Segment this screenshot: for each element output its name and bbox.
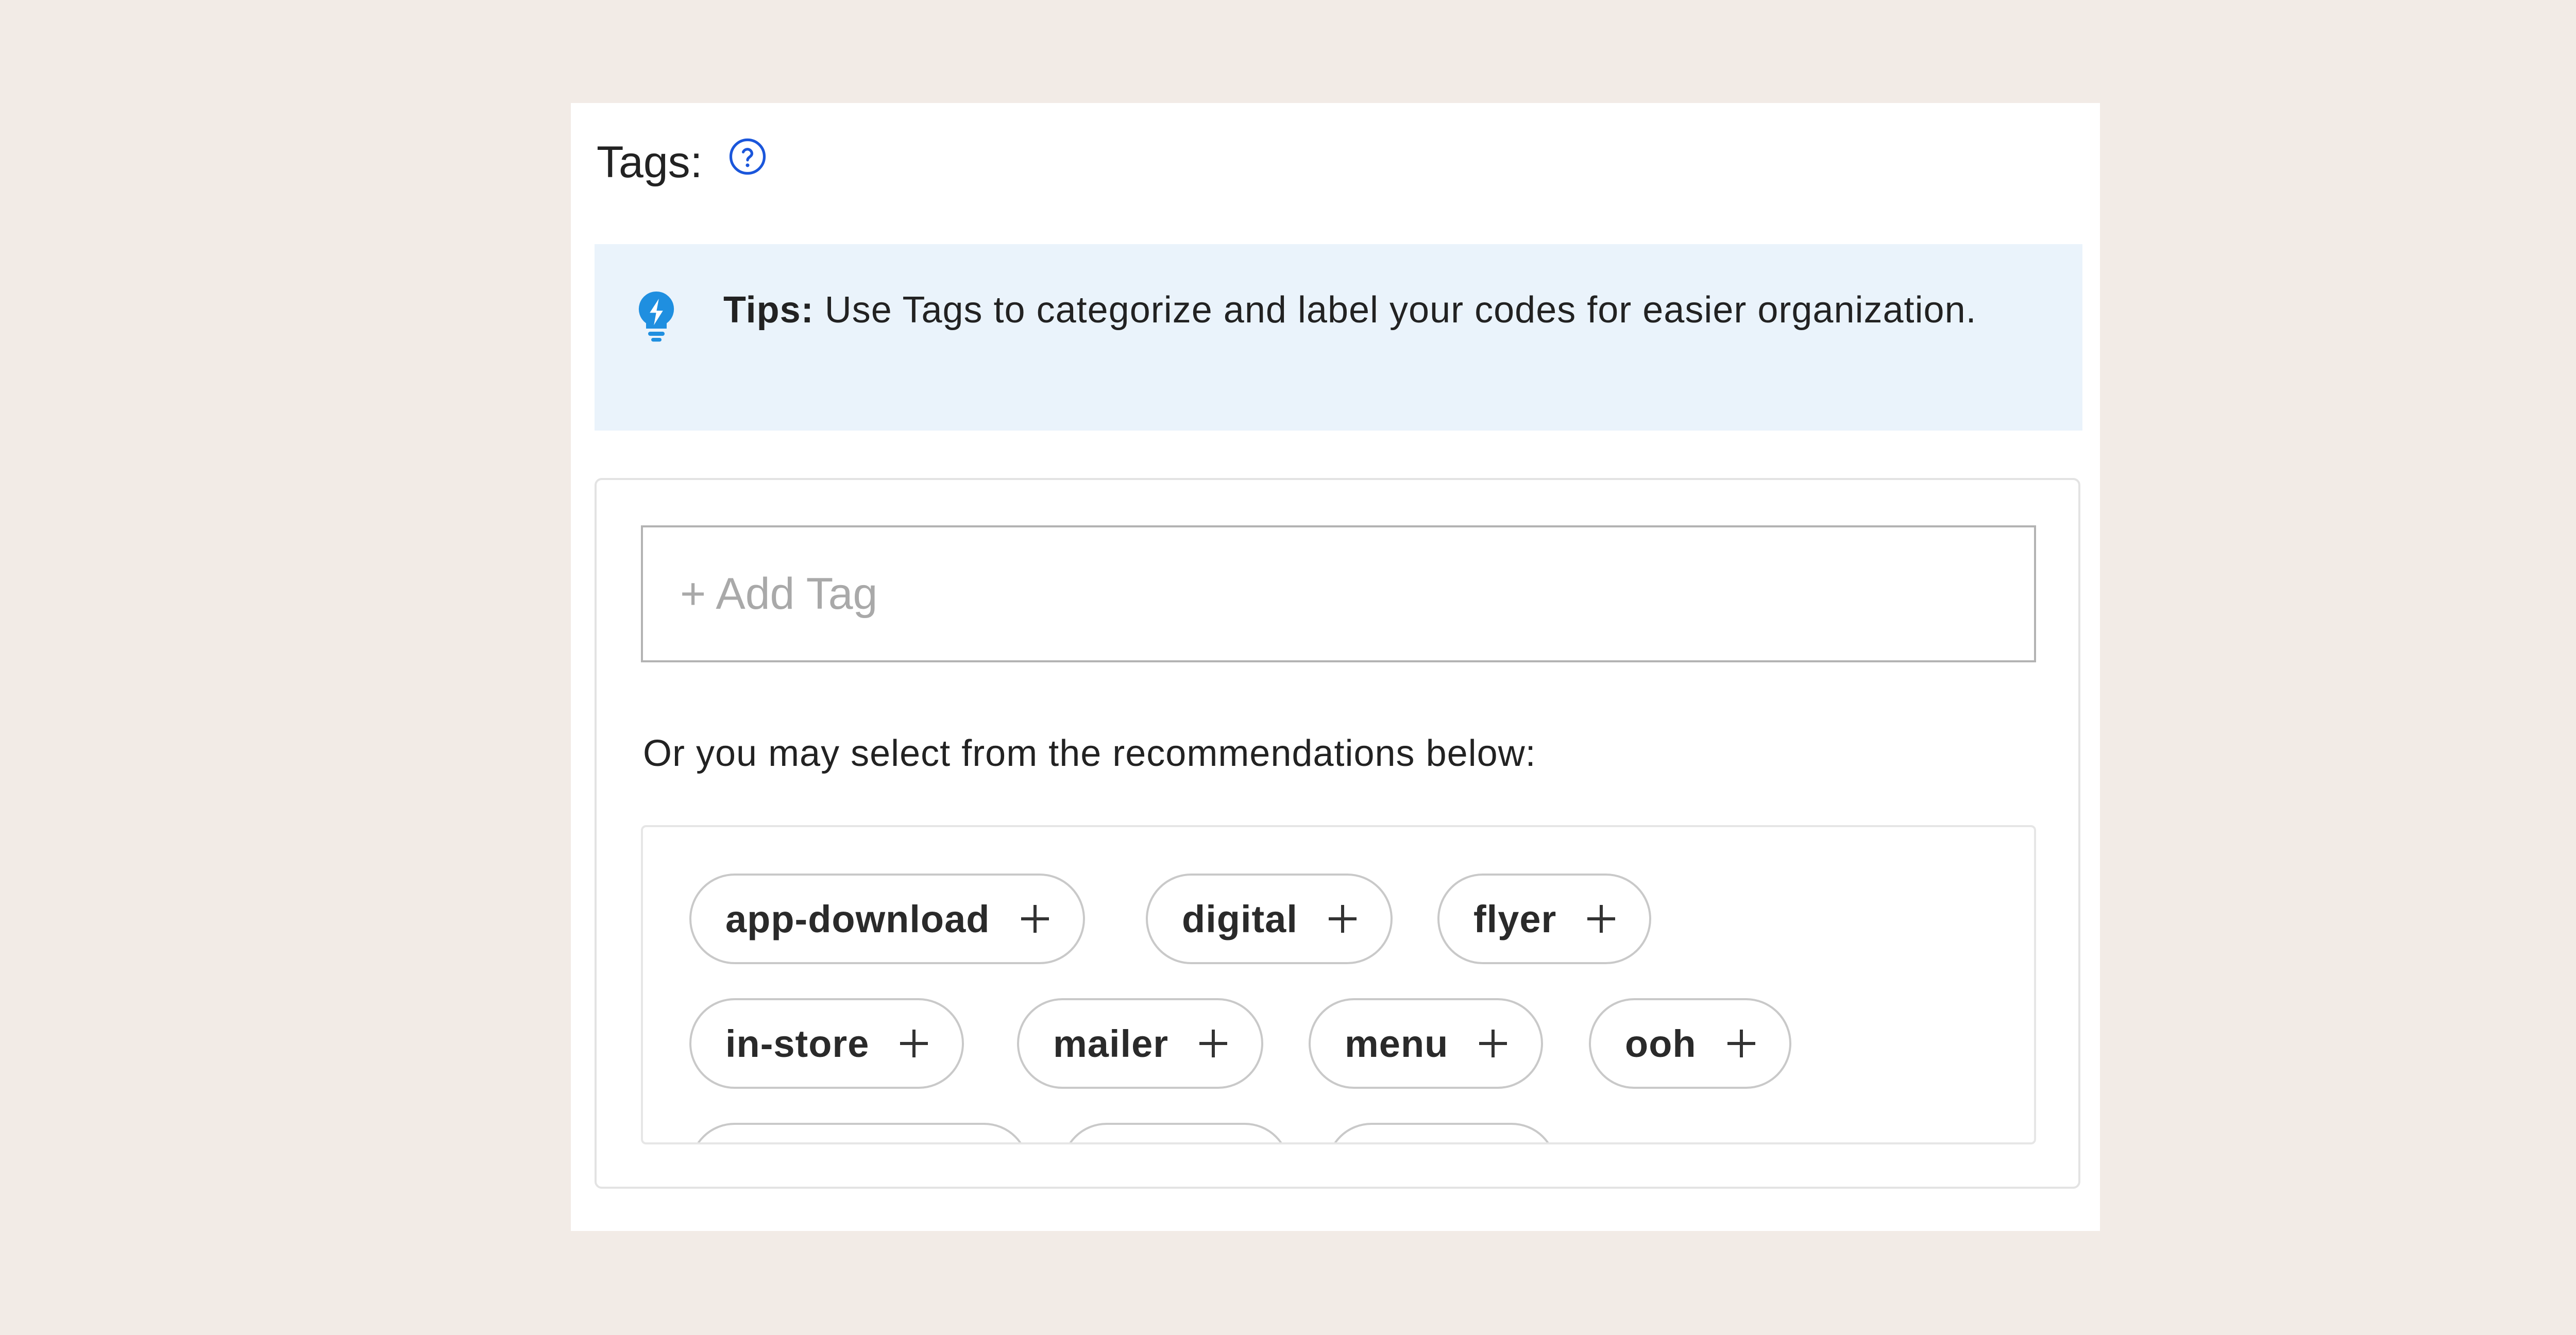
recommendations-list: app-download digital flyer in-store mail… bbox=[641, 825, 2036, 1144]
plus-icon bbox=[1727, 1030, 1755, 1057]
tag-chip-partial[interactable] bbox=[1061, 1123, 1290, 1142]
tag-chip-menu[interactable]: menu bbox=[1309, 998, 1544, 1089]
add-tag-field[interactable] bbox=[641, 525, 2036, 662]
tips-body: Use Tags to categorize and label your co… bbox=[824, 289, 1977, 331]
tag-chip-in-store[interactable]: in-store bbox=[689, 998, 964, 1089]
tags-title: Tags: bbox=[597, 138, 703, 187]
plus-icon bbox=[1587, 905, 1616, 933]
add-tag-input[interactable] bbox=[680, 568, 2034, 620]
tag-chip-label: menu bbox=[1345, 1022, 1449, 1065]
plus-icon bbox=[1199, 1030, 1228, 1057]
plus-icon bbox=[1328, 905, 1357, 933]
tag-chip-label: digital bbox=[1182, 897, 1298, 940]
tag-chip-ooh[interactable]: ooh bbox=[1589, 998, 1791, 1089]
tags-header: Tags: bbox=[597, 134, 768, 191]
tag-chip-label: in-store bbox=[725, 1022, 870, 1065]
tips-label: Tips: bbox=[723, 289, 814, 331]
tips-text: Tips: Use Tags to categorize and label y… bbox=[723, 285, 2042, 335]
tag-chip-app-download[interactable]: app-download bbox=[689, 874, 1085, 964]
tag-chip-partial[interactable] bbox=[689, 1123, 1029, 1142]
plus-icon bbox=[1021, 905, 1049, 933]
tag-chip-partial[interactable] bbox=[1326, 1123, 1557, 1142]
tag-chip-label: mailer bbox=[1053, 1022, 1169, 1065]
tag-chip-flyer[interactable]: flyer bbox=[1437, 874, 1652, 964]
plus-icon bbox=[900, 1030, 928, 1057]
recommendations-label: Or you may select from the recommendatio… bbox=[643, 733, 1536, 774]
tag-chip-label: app-download bbox=[725, 897, 990, 940]
tag-chip-mailer[interactable]: mailer bbox=[1017, 998, 1264, 1089]
tags-panel: Tags: Tips: Use Tags to categorize and l… bbox=[571, 103, 2100, 1231]
tag-chip-label: ooh bbox=[1625, 1022, 1697, 1065]
lightbulb-icon bbox=[638, 291, 674, 342]
plus-icon bbox=[1479, 1030, 1507, 1057]
tag-card: Or you may select from the recommendatio… bbox=[595, 478, 2080, 1189]
tag-chip-label: flyer bbox=[1473, 897, 1557, 940]
tag-chip-digital[interactable]: digital bbox=[1146, 874, 1393, 964]
tips-banner: Tips: Use Tags to categorize and label y… bbox=[595, 244, 2082, 431]
question-circle-icon[interactable] bbox=[727, 136, 768, 177]
